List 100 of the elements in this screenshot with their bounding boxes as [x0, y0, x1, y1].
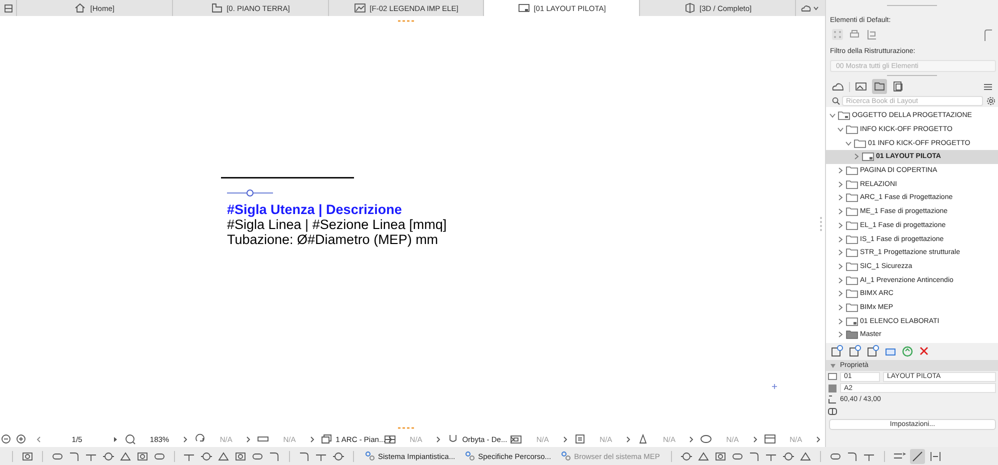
chevron-icon[interactable]: [837, 222, 844, 229]
chevron-icon[interactable]: [853, 153, 860, 160]
chevron-icon[interactable]: [562, 436, 568, 442]
chevron-icon[interactable]: [183, 436, 188, 442]
lamp-icon[interactable]: [637, 433, 650, 445]
picture-frame-icon: [354, 2, 366, 14]
label-text: Tubazione: Ø#Diametro (MEP) mm: [226, 232, 438, 247]
new-master-icon[interactable]: [849, 345, 861, 357]
chevron-icon[interactable]: [837, 236, 844, 243]
chevron-icon[interactable]: [837, 249, 844, 256]
terminal-icon[interactable]: [696, 450, 710, 462]
menu-icon[interactable]: [984, 82, 992, 90]
folder-icon: [846, 220, 858, 231]
card-icon[interactable]: [885, 346, 896, 356]
chevron-icon[interactable]: [689, 436, 694, 442]
chevron-icon[interactable]: [388, 436, 394, 442]
fitting-icon[interactable]: [680, 450, 693, 462]
layout-book-icon[interactable]: [872, 79, 887, 94]
switchboard-icon[interactable]: [574, 433, 586, 445]
publisher-icon[interactable]: [892, 81, 904, 92]
picture-frame-icon[interactable]: [855, 81, 867, 92]
elbow-icon[interactable]: [298, 450, 311, 462]
columns-icon[interactable]: [828, 406, 837, 416]
chevron-icon[interactable]: [436, 436, 442, 442]
chevron-icon[interactable]: [837, 290, 844, 298]
duct-icon[interactable]: [700, 433, 712, 445]
settings-icon[interactable]: [986, 96, 996, 106]
terminal-icon[interactable]: [798, 450, 812, 462]
network-icon: [465, 451, 476, 461]
chevron-icon[interactable]: [310, 436, 315, 442]
tab-list-icon[interactable]: [4, 4, 12, 12]
folder-icon: [846, 247, 858, 258]
layout-sheet-icon: [518, 2, 530, 14]
zoom-icon[interactable]: [124, 433, 136, 445]
equipment-icon[interactable]: [714, 450, 727, 462]
next-page-icon[interactable]: [113, 436, 118, 442]
chevron-icon[interactable]: [845, 140, 852, 147]
grid-dots-icon[interactable]: [832, 29, 843, 40]
layout-sheet-icon: [846, 316, 858, 327]
elbow-icon[interactable]: [268, 450, 281, 462]
fitting-icon[interactable]: [782, 450, 795, 462]
folder-icon: [846, 234, 858, 245]
chevron-icon[interactable]: [837, 331, 844, 338]
elbow-icon[interactable]: [846, 450, 859, 462]
frame-icon[interactable]: [764, 433, 776, 445]
anchor-line-drawing[interactable]: [227, 189, 273, 197]
chevron-icon[interactable]: [837, 167, 844, 174]
equipment-icon[interactable]: [234, 450, 247, 462]
fitting-icon[interactable]: [332, 450, 345, 462]
equipment-icon[interactable]: [136, 450, 149, 462]
folder-icon: [846, 206, 858, 218]
folder-icon: [846, 302, 858, 313]
chevron-icon[interactable]: [837, 180, 844, 188]
chevron-icon[interactable]: [816, 436, 821, 442]
plus-icon: [772, 384, 777, 389]
chevron-icon[interactable]: [837, 262, 844, 270]
pipe-fitting-icon[interactable]: [447, 433, 460, 445]
new-layout-icon[interactable]: [831, 345, 843, 357]
stack-icon[interactable]: [320, 433, 333, 445]
delete-icon[interactable]: [919, 346, 929, 356]
fitting-icon[interactable]: [102, 450, 115, 462]
chevron-icon[interactable]: [837, 318, 844, 325]
chevron-icon[interactable]: [837, 276, 844, 284]
previous-page-icon[interactable]: [36, 436, 41, 442]
collapse-triangle-icon[interactable]: [830, 362, 836, 368]
chevron-icon[interactable]: [837, 304, 844, 311]
cube-icon: [684, 2, 696, 14]
cloud-dropdown-icon[interactable]: [800, 3, 820, 13]
terminal-icon[interactable]: [217, 450, 230, 462]
line-tool-icon[interactable]: [910, 448, 925, 464]
chevron-icon[interactable]: [829, 112, 836, 120]
chevron-icon[interactable]: [626, 436, 632, 442]
folder-icon: [846, 192, 858, 204]
zoom-in-icon[interactable]: [15, 433, 27, 445]
chevron-icon[interactable]: [246, 436, 252, 442]
elbow-icon[interactable]: [748, 450, 761, 462]
layout-sheet-icon: [828, 372, 837, 382]
fitting-icon[interactable]: [200, 450, 213, 462]
label-text: #Sigla Utenza | Descrizione: [226, 202, 402, 217]
folder-icon: [846, 329, 858, 340]
chevron-icon[interactable]: [752, 436, 758, 442]
layout-sheet-icon: [862, 151, 874, 162]
chevron-icon[interactable]: [510, 436, 516, 442]
equipment-icon[interactable]: [21, 450, 34, 462]
resize-handle[interactable]: [398, 426, 416, 430]
zoom-out-icon[interactable]: [0, 433, 12, 445]
chevron-icon[interactable]: [837, 208, 844, 216]
distribute-icon[interactable]: [928, 450, 942, 462]
resize-handle[interactable]: [819, 217, 823, 233]
chevron-icon[interactable]: [837, 194, 844, 202]
new-folder-icon[interactable]: [867, 345, 879, 357]
grid-icon[interactable]: [384, 433, 396, 445]
elbow-icon[interactable]: [68, 450, 81, 462]
cloud-icon[interactable]: [832, 81, 844, 92]
chevron-icon[interactable]: [837, 126, 844, 134]
terminal-icon[interactable]: [119, 450, 132, 462]
search-icon: [832, 97, 840, 105]
resize-handle[interactable]: [398, 19, 416, 23]
refresh-icon[interactable]: [902, 346, 913, 356]
panel-icon[interactable]: [510, 433, 522, 445]
